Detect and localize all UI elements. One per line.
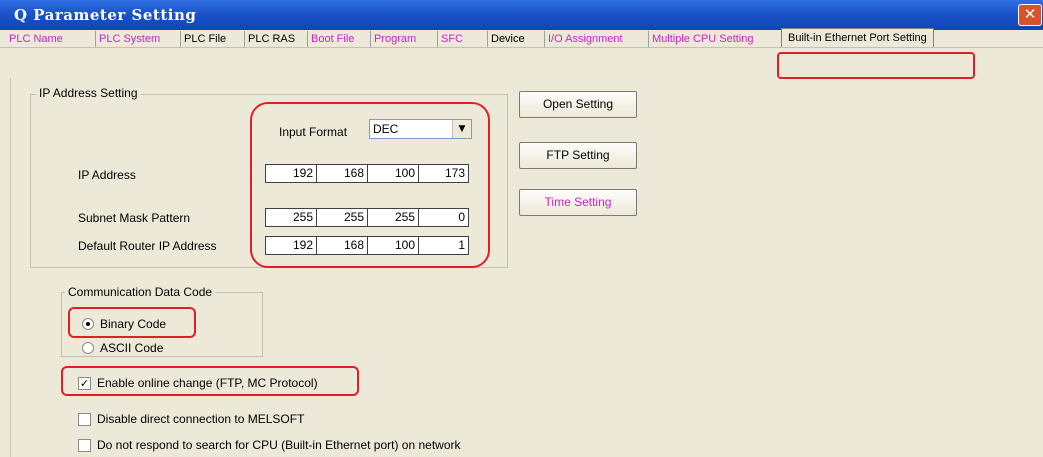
ip-settings-highlight xyxy=(250,102,490,268)
tab-io-assignment[interactable]: I/O Assignment xyxy=(544,31,623,47)
panel-left-border xyxy=(10,78,11,457)
time-setting-button[interactable]: Time Setting xyxy=(519,189,637,216)
open-setting-button[interactable]: Open Setting xyxy=(519,91,637,118)
ascii-code-radio[interactable] xyxy=(82,342,94,354)
tab-boot-file[interactable]: Boot File xyxy=(307,31,354,47)
tab-plc-name[interactable]: PLC Name xyxy=(6,31,63,47)
tab-plc-system[interactable]: PLC System xyxy=(95,31,160,47)
ftp-setting-button[interactable]: FTP Setting xyxy=(519,142,637,169)
ascii-code-label: ASCII Code xyxy=(100,341,164,355)
tab-program[interactable]: Program xyxy=(370,31,416,47)
tab-divider xyxy=(0,47,1043,48)
close-icon: ✕ xyxy=(1023,5,1037,23)
tab-multiple-cpu-setting[interactable]: Multiple CPU Setting xyxy=(648,31,754,47)
close-button[interactable]: ✕ xyxy=(1018,4,1042,26)
disable-direct-connection-label: Disable direct connection to MELSOFT xyxy=(97,412,305,426)
default-router-label: Default Router IP Address xyxy=(78,239,217,253)
title-bar: Q Parameter Setting ✕ xyxy=(0,0,1043,30)
active-tab-highlight xyxy=(777,52,975,79)
ip-address-setting-group-title: IP Address Setting xyxy=(36,86,141,100)
window-title: Q Parameter Setting xyxy=(14,6,197,24)
enable-online-change-highlight xyxy=(61,366,359,396)
tab-plc-ras[interactable]: PLC RAS xyxy=(244,31,295,47)
binary-code-highlight xyxy=(68,307,196,338)
tab-device[interactable]: Device xyxy=(487,31,525,47)
ip-address-label: IP Address xyxy=(78,168,136,182)
do-not-respond-search-checkbox[interactable] xyxy=(78,439,91,452)
do-not-respond-search-label: Do not respond to search for CPU (Built-… xyxy=(97,438,461,452)
tab-sfc[interactable]: SFC xyxy=(437,31,463,47)
subnet-mask-label: Subnet Mask Pattern xyxy=(78,211,191,225)
communication-data-code-group-title: Communication Data Code xyxy=(65,285,216,299)
tab-plc-file[interactable]: PLC File xyxy=(180,31,226,47)
q-parameter-setting-window: Q Parameter Setting ✕ PLC Name PLC Syste… xyxy=(0,0,1043,457)
tab-built-in-ethernet-port-setting[interactable]: Built-in Ethernet Port Setting xyxy=(781,28,934,48)
disable-direct-connection-checkbox[interactable] xyxy=(78,413,91,426)
